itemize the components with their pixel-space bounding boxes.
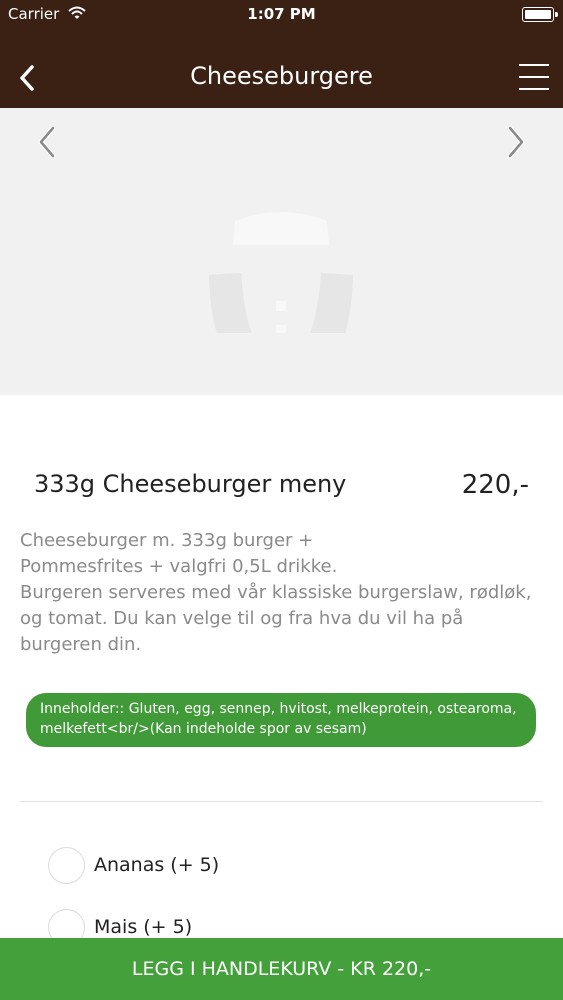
description-line: og tomat. Du kan velge til og fra hva du… [20, 608, 464, 629]
product-price: 220,- [461, 470, 529, 500]
add-to-cart-button[interactable]: LEGG I HANDLEKURV - KR 220,- [0, 938, 563, 1000]
option-ananas[interactable]: Ananas (+ 5) [48, 846, 219, 884]
app-header: Carrier 1:07 PM Cheeseburgere [0, 0, 563, 108]
product-description: Cheeseburger m. 333g burger + Pommesfrit… [20, 528, 543, 658]
carousel-prev-button[interactable] [32, 122, 62, 162]
divider [20, 801, 543, 802]
product-name: 333g Cheeseburger meny [34, 470, 347, 498]
allergen-info-badge: Inneholder:: Gluten, egg, sennep, hvitos… [26, 693, 536, 747]
product-image-carousel[interactable] [0, 108, 563, 395]
page-title: Cheeseburgere [190, 62, 373, 90]
description-line: Pommesfrites + valgfri 0,5L drikke. [20, 556, 338, 577]
battery-icon [522, 7, 558, 22]
radio-button[interactable] [48, 846, 85, 884]
option-label: Ananas (+ 5) [94, 854, 220, 876]
description-line: Cheeseburger m. 333g burger + [20, 530, 314, 551]
chevron-left-icon [38, 125, 56, 159]
placeholder-logo [209, 212, 353, 333]
chevron-right-icon [507, 125, 525, 159]
description-line: burgeren din. [20, 634, 142, 655]
status-bar: Carrier 1:07 PM [0, 0, 563, 30]
option-label: Mais (+ 5) [94, 916, 193, 938]
carousel-next-button[interactable] [501, 122, 531, 162]
description-line: Burgeren serveres med vår klassiske burg… [20, 582, 532, 603]
status-time: 1:07 PM [247, 5, 316, 23]
hamburger-menu-icon[interactable] [519, 60, 549, 94]
